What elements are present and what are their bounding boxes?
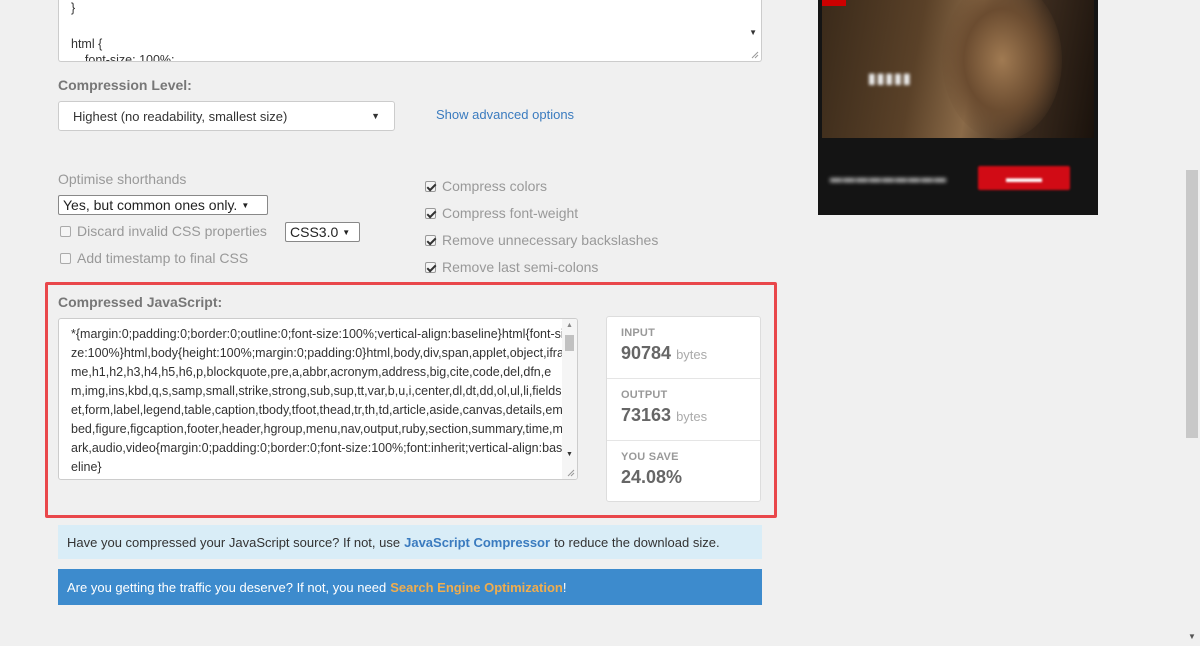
optimise-shorthands-value: Yes, but common ones only. bbox=[63, 197, 238, 213]
compression-level-label: Compression Level: bbox=[58, 77, 192, 93]
js-banner-prefix: Have you compressed your JavaScript sour… bbox=[67, 534, 401, 550]
stat-savings-value: 24.08% bbox=[621, 467, 683, 487]
js-compressor-banner: Have you compressed your JavaScript sour… bbox=[58, 525, 762, 559]
compressed-output-textarea[interactable]: *{margin:0;padding:0;border:0;outline:0;… bbox=[58, 318, 578, 480]
remove-backslashes-checkbox[interactable] bbox=[425, 234, 436, 246]
show-advanced-options-link[interactable]: Show advanced options bbox=[436, 107, 574, 122]
code-line: html { bbox=[71, 37, 103, 51]
compress-colors-checkbox[interactable] bbox=[425, 180, 436, 192]
resize-grip-icon[interactable] bbox=[565, 467, 575, 477]
stat-output-value: 73163 bbox=[621, 405, 672, 425]
compress-font-weight-option: Compress font-weight bbox=[425, 205, 578, 221]
code-line: } bbox=[71, 1, 76, 15]
css-input-textarea[interactable]: } html { font-size: 100%; ▼ bbox=[58, 0, 762, 62]
stat-output-unit: bytes bbox=[676, 409, 708, 424]
ad-image: ▮▮▮▮▮ bbox=[822, 0, 1094, 140]
css-version-value: CSS3.0 bbox=[290, 224, 339, 240]
compress-font-weight-label: Compress font-weight bbox=[442, 205, 579, 221]
js-compressor-link[interactable]: JavaScript Compressor bbox=[404, 535, 550, 550]
optimise-shorthands-select[interactable]: Yes, but common ones only. ▼ bbox=[58, 195, 268, 215]
compressed-code: *{margin:0;padding:0;border:0;outline:0;… bbox=[71, 327, 564, 474]
scroll-down-icon[interactable]: ▼ bbox=[749, 28, 757, 37]
stat-input-label: INPUT bbox=[621, 327, 655, 339]
code-line: font-size: 100%; bbox=[71, 53, 175, 62]
advertisement[interactable]: ▮▮▮▮▮ ▬▬▬▬▬▬▬▬▬ ▬▬▬ bbox=[818, 0, 1098, 215]
compress-colors-option: Compress colors bbox=[425, 178, 547, 194]
scroll-down-icon[interactable]: ▼ bbox=[1188, 632, 1196, 641]
stat-input-value: 90784 bbox=[621, 343, 672, 363]
stat-output: OUTPUT 73163 bytes bbox=[607, 379, 760, 441]
page-scrollbar[interactable]: ▼ bbox=[1184, 0, 1200, 646]
seo-banner-prefix: Are you getting the traffic you deserve?… bbox=[67, 579, 387, 595]
seo-link[interactable]: Search Engine Optimization bbox=[390, 580, 563, 595]
stat-savings-label: YOU SAVE bbox=[621, 451, 679, 463]
compression-level-value: Highest (no readability, smallest size) bbox=[73, 108, 288, 124]
discard-invalid-checkbox[interactable] bbox=[60, 225, 71, 237]
chevron-down-icon: ▼ bbox=[342, 227, 351, 237]
scroll-thumb[interactable] bbox=[565, 335, 574, 351]
scroll-up-icon[interactable]: ▲ bbox=[566, 322, 573, 329]
stats-panel: INPUT 90784 bytes OUTPUT 73163 bytes YOU… bbox=[606, 316, 761, 502]
remove-semicolons-option: Remove last semi-colons bbox=[425, 259, 598, 275]
compress-font-weight-checkbox[interactable] bbox=[425, 207, 436, 219]
page-scroll-thumb[interactable] bbox=[1186, 170, 1198, 438]
add-timestamp-label: Add timestamp to final CSS bbox=[77, 250, 249, 266]
stat-input: INPUT 90784 bytes bbox=[607, 317, 760, 379]
remove-backslashes-option: Remove unnecessary backslashes bbox=[425, 232, 658, 248]
add-timestamp-checkbox[interactable] bbox=[60, 252, 71, 264]
css-version-select[interactable]: CSS3.0 ▼ bbox=[285, 222, 360, 242]
scroll-down-icon[interactable]: ▼ bbox=[566, 451, 573, 458]
resize-grip-icon[interactable] bbox=[749, 49, 759, 59]
seo-banner: Are you getting the traffic you deserve?… bbox=[58, 569, 762, 605]
remove-semicolons-label: Remove last semi-colons bbox=[442, 259, 599, 275]
remove-semicolons-checkbox[interactable] bbox=[425, 261, 436, 273]
stat-savings: YOU SAVE 24.08% bbox=[607, 441, 760, 503]
compression-level-select[interactable]: Highest (no readability, smallest size) … bbox=[58, 101, 395, 131]
chevron-down-icon: ▼ bbox=[371, 111, 380, 121]
remove-backslashes-label: Remove unnecessary backslashes bbox=[442, 232, 659, 248]
optimise-shorthands-label: Optimise shorthands bbox=[58, 171, 187, 187]
seo-banner-suffix: ! bbox=[562, 579, 567, 595]
stat-output-label: OUTPUT bbox=[621, 389, 668, 401]
discard-invalid-option: Discard invalid CSS properties bbox=[60, 223, 267, 239]
discard-invalid-label: Discard invalid CSS properties bbox=[77, 223, 267, 239]
stat-input-unit: bytes bbox=[676, 347, 708, 362]
ad-button[interactable]: ▬▬▬ bbox=[978, 166, 1070, 190]
chevron-down-icon: ▼ bbox=[241, 200, 250, 210]
js-banner-suffix: to reduce the download size. bbox=[554, 534, 720, 550]
compress-colors-label: Compress colors bbox=[442, 178, 548, 194]
add-timestamp-option: Add timestamp to final CSS bbox=[60, 250, 248, 266]
compressed-output-label: Compressed JavaScript: bbox=[58, 294, 223, 310]
output-scrollbar[interactable]: ▲ ▼ bbox=[562, 319, 577, 479]
